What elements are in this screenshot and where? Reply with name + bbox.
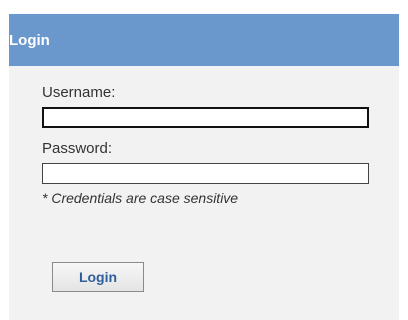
login-form: Username: Password: * Credentials are ca… [9,66,399,206]
username-label: Username: [42,84,116,101]
panel-title: Login [9,31,50,49]
username-input[interactable] [42,107,369,128]
login-panel: Login Username: Password: * Credentials … [9,14,399,320]
case-sensitivity-hint: * Credentials are case sensitive [42,190,239,206]
password-label: Password: [42,140,113,157]
login-button[interactable]: Login [52,262,144,292]
panel-header: Login [9,14,399,66]
field-spacer [42,128,399,140]
password-input[interactable] [42,163,369,184]
